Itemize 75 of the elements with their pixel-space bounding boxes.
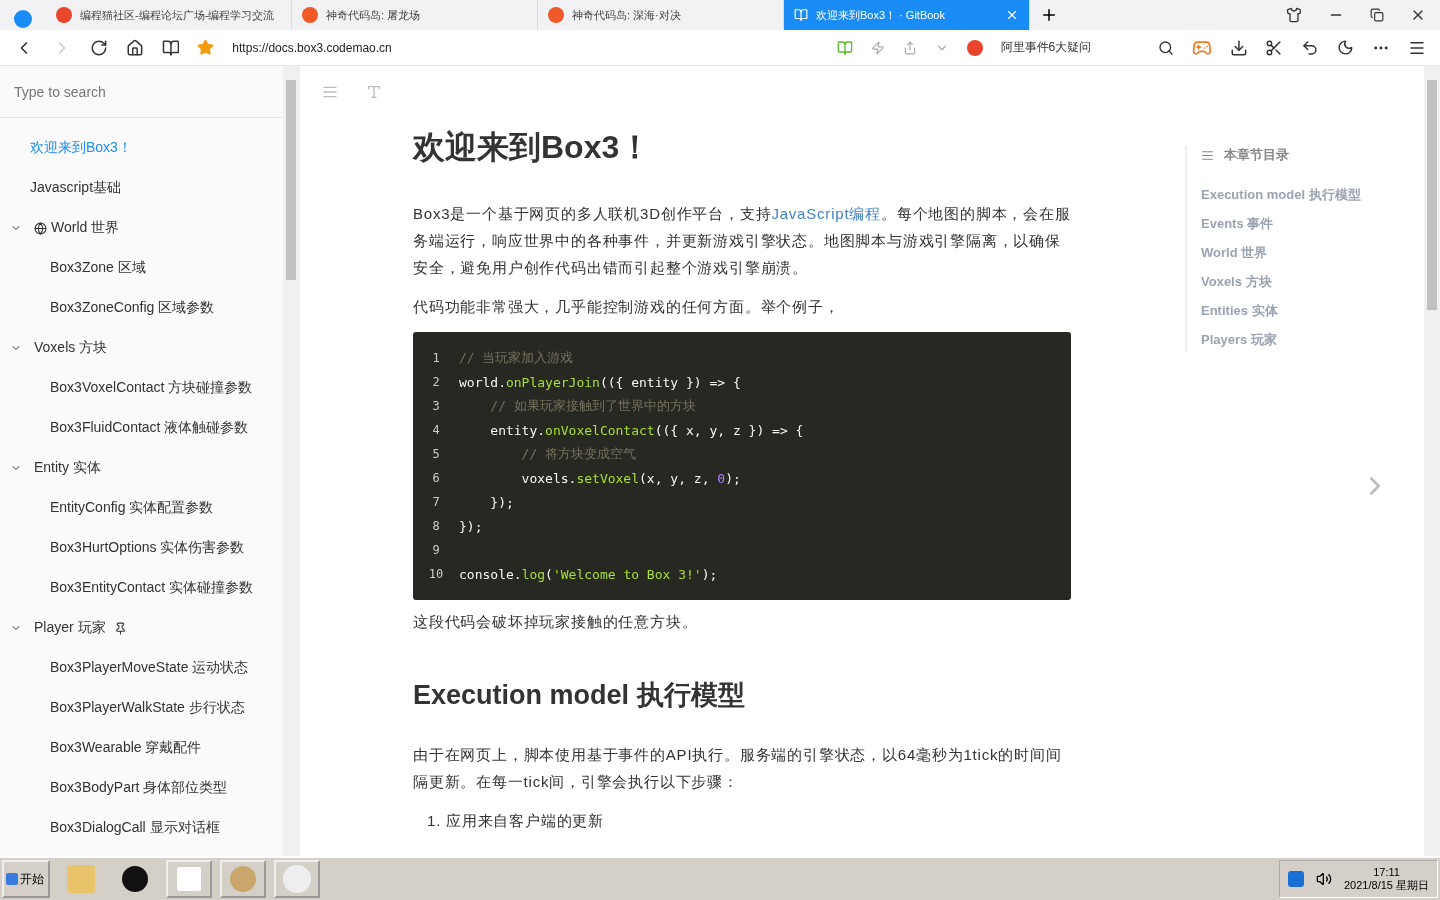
restore-icon[interactable] <box>1370 8 1384 22</box>
line-number: 2 <box>431 375 441 389</box>
sidebar-item[interactable]: Entity 实体 <box>0 448 283 488</box>
start-button[interactable]: 开始 <box>2 860 50 898</box>
globe-icon <box>34 221 47 235</box>
line-number: 6 <box>431 471 441 485</box>
line-number: 9 <box>431 543 441 557</box>
sidebar-item[interactable]: World 世界 <box>0 208 283 248</box>
sidebar-item[interactable]: Box3ZoneConfig 区域参数 <box>0 288 283 328</box>
sidebar-item[interactable]: Voxels 方块 <box>0 328 283 368</box>
reader-mode-icon[interactable] <box>837 39 853 56</box>
sidebar-item[interactable]: Box3Wearable 穿戴配件 <box>0 728 283 768</box>
sidebar-item[interactable]: EntityConfig 实体配置参数 <box>0 488 283 528</box>
sidebar-item[interactable]: Box3PlayerWalkState 步行状态 <box>0 688 283 728</box>
code-line: // 如果玩家接触到了世界中的方块 <box>489 397 696 415</box>
sidebar-item[interactable]: Box3Zone 区域 <box>0 248 283 288</box>
code-line: voxels.setVoxel(x, y, z, 0); <box>520 470 741 486</box>
section-heading: Execution model 执行模型 <box>413 679 746 712</box>
search-field[interactable]: 阿里事件6大疑问 <box>1000 39 1140 56</box>
lightning-icon[interactable] <box>870 40 885 55</box>
code-line: }); <box>459 518 483 534</box>
address-field[interactable]: https://docs.box3.codemao.cn <box>232 40 819 55</box>
line-number: 3 <box>431 399 441 413</box>
list-icon <box>1201 148 1214 162</box>
sidebar-item[interactable]: Box3FluidContact 液体触碰参数 <box>0 408 283 448</box>
site-icon <box>302 7 318 23</box>
line-number: 4 <box>431 423 441 437</box>
page-title: 欢迎来到Box3！ <box>413 128 653 167</box>
pin-icon <box>113 621 127 635</box>
site-icon <box>56 7 72 23</box>
reader-icon[interactable] <box>161 38 180 57</box>
sidebar-item[interactable]: Box3PlayerMoveState 运动状态 <box>0 648 283 688</box>
code-line: console.log('Welcome to Box 3!'); <box>459 566 718 582</box>
code-line: // 将方块变成空气 <box>520 445 637 463</box>
search-field[interactable]: Type to search <box>0 66 283 118</box>
site-icon <box>548 7 564 23</box>
paragraph: 代码功能非常强大，几乎能控制游戏的任何方面。举个例子， <box>413 297 841 317</box>
sidebar-item[interactable]: Box3EntityContact 实体碰撞参数 <box>0 568 283 608</box>
code-line: // 当玩家加入游戏 <box>459 349 574 367</box>
paragraph: 由于在网页上，脚本使用基于事件的API执行。服务端的引擎状态，以64毫秒为1tick的时间间隔更新。在每一tick间，引擎会执行以下步骤： <box>413 745 1063 792</box>
reload-icon[interactable] <box>89 38 108 57</box>
text-link[interactable]: JavaScript编程 <box>771 205 881 222</box>
shirt-icon[interactable] <box>1286 7 1302 23</box>
code-line: }); <box>489 494 514 510</box>
scrollbar-thumb[interactable] <box>286 80 296 280</box>
line-number: 1 <box>431 351 441 365</box>
star-icon[interactable] <box>197 39 215 56</box>
moon-icon[interactable] <box>1337 39 1355 56</box>
browser-tab[interactable]: 编程猫社区-编程论坛广场-编程学习交流 <box>46 0 292 30</box>
search-icon[interactable] <box>1157 39 1174 56</box>
code-line: world.onPlayerJoin(({ entity }) => { <box>459 374 741 390</box>
download-icon[interactable] <box>1229 38 1248 57</box>
speaker-icon[interactable] <box>1316 871 1332 887</box>
line-number: 8 <box>431 519 441 533</box>
code-line: entity.onVoxelContact(({ x, y, z }) => { <box>489 422 804 438</box>
line-number: 5 <box>431 447 441 461</box>
toc-title: 本章节目录 <box>1201 146 1361 164</box>
sidebar-item[interactable]: Box3HurtOptions 实体伤害参数 <box>0 528 283 568</box>
home-icon[interactable] <box>125 38 144 57</box>
share-icon[interactable] <box>902 40 917 55</box>
line-number: 7 <box>431 495 441 509</box>
sidebar-item[interactable]: Box3BodyPart 身体部位类型 <box>0 768 283 808</box>
browser-tab[interactable]: 神奇代码岛: 屠龙场 <box>292 0 538 30</box>
sidebar-item[interactable]: Box3VoxelContact 方块碰撞参数 <box>0 368 283 408</box>
sidebar-item[interactable]: Player 玩家 <box>0 608 283 648</box>
list-item: 1. 应用来自客户端的更新 <box>426 811 606 831</box>
undo-icon[interactable] <box>1301 38 1320 57</box>
paragraph: Box3是一个基于网页的多人联机3D创作平台，支持JavaScript编程。每个地图的脚本，会在服务端运行，响应世界中的各种事件，并更新游戏引擎状态。地图脚本与游戏引擎隔离，以确保安全，避免用户创作代码出错而引起整个游戏引擎崩溃。 <box>413 204 1072 278</box>
book-icon <box>794 8 808 22</box>
paragraph: 这段代码会破坏掉玩家接触的任意方块。 <box>413 612 699 632</box>
scrollbar-thumb[interactable] <box>1427 80 1437 310</box>
sidebar-item[interactable]: Box3DialogCall 显示对话框 <box>0 808 283 848</box>
line-number: 10 <box>427 567 445 581</box>
new-tab-icon[interactable] <box>1040 6 1058 24</box>
sidebar-item[interactable]: Javascript基础 <box>0 168 283 208</box>
